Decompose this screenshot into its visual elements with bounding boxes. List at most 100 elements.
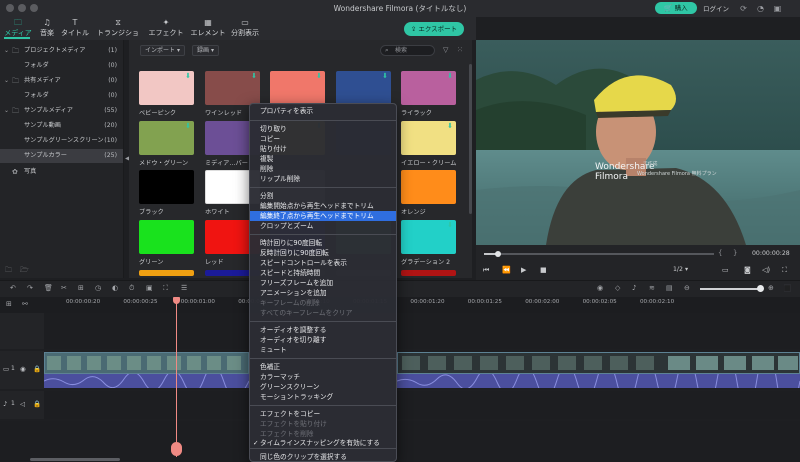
zoom-in-icon[interactable]: ⊕ <box>768 284 774 292</box>
playhead-bottom-handle[interactable] <box>171 442 182 456</box>
color-icon[interactable]: ◐ <box>112 284 118 292</box>
account-icon[interactable]: ▣ <box>772 3 783 14</box>
color-swatch[interactable]: ⬇ <box>401 121 456 155</box>
buy-button[interactable]: 🛒 購入 <box>655 2 697 14</box>
color-swatch[interactable] <box>401 170 456 204</box>
audio-waveform-2[interactable] <box>396 348 800 416</box>
zoom-out-icon[interactable]: ⊖ <box>684 284 690 292</box>
timeline-zoom-knob[interactable] <box>757 285 764 292</box>
fullscreen-icon[interactable]: ⛶ <box>782 266 787 275</box>
stabilize-icon[interactable]: ⛶ <box>163 284 168 293</box>
menu-item[interactable]: 複製 <box>250 154 396 164</box>
lock-icon[interactable]: 🔒 <box>33 400 41 408</box>
tab-titles[interactable]: T タイトル <box>61 17 89 40</box>
menu-item[interactable]: カラーマッチ <box>250 372 396 382</box>
menu-item[interactable]: プロパティを表示 <box>250 106 396 116</box>
menu-item[interactable]: エフェクトをコピー <box>250 409 396 419</box>
video-clip[interactable] <box>44 352 249 374</box>
menu-item[interactable]: コピー <box>250 134 396 144</box>
timer-icon[interactable]: ⏱ <box>129 284 134 293</box>
menu-item[interactable]: 編集終了点から再生ヘッドまでトリム <box>250 211 396 221</box>
playback-progress-slider[interactable] <box>484 251 714 257</box>
tab-effects[interactable]: ✦ エフェクト <box>148 17 184 40</box>
menu-item[interactable]: クロップとズーム <box>250 221 396 231</box>
add-track-icon[interactable]: ⊞ <box>6 300 12 308</box>
menu-item[interactable]: 分割 <box>250 191 396 201</box>
playhead[interactable] <box>176 297 177 457</box>
tab-split-screen[interactable]: ▭ 分割表示 <box>231 17 259 40</box>
menu-item[interactable]: 時計回りに90度回転 <box>250 238 396 248</box>
menu-item[interactable]: フリーズフレームを追加 <box>250 278 396 288</box>
snapshot-icon[interactable]: ◙ <box>744 266 751 274</box>
eye-icon[interactable]: ◉ <box>20 365 26 373</box>
preview-player[interactable] <box>476 40 800 245</box>
chevron-down-icon[interactable]: ⌄ <box>4 44 9 58</box>
download-icon[interactable]: ⬇ <box>251 72 257 80</box>
audio-waveform[interactable] <box>43 365 250 398</box>
color-swatch[interactable]: ⬇ <box>401 220 456 254</box>
playback-ratio-select[interactable]: 1/2 ▾ <box>673 266 688 273</box>
menu-item[interactable]: 反時計回りに90度回転 <box>250 248 396 258</box>
redo-icon[interactable]: ↷ <box>27 284 33 292</box>
menu-item[interactable]: 切り取り <box>250 124 396 134</box>
undo-icon[interactable]: ↶ <box>10 284 16 292</box>
color-swatch[interactable] <box>139 220 194 254</box>
menu-item[interactable]: 同じ色のクリップを選択する <box>250 452 396 462</box>
notification-icon[interactable]: ◔ <box>755 3 766 14</box>
tab-music[interactable]: ♫ 音楽 <box>38 17 56 40</box>
sidebar-item[interactable]: フォルダ (0) <box>0 89 123 103</box>
color-swatch[interactable] <box>139 170 194 204</box>
menu-item[interactable]: 削除 <box>250 164 396 174</box>
marker-icon[interactable]: ◇ <box>615 284 620 292</box>
grid-toggle-icon[interactable]: ▦ <box>784 284 791 292</box>
menu-item[interactable]: グリーンスクリーン <box>250 382 396 392</box>
skip-back-icon[interactable]: ⏮ <box>483 266 489 275</box>
mark-out-icon[interactable]: } <box>733 249 737 257</box>
sidebar-item[interactable]: ⌄ 🗀 共有メディア (0) <box>0 74 123 88</box>
color-swatch[interactable]: ⬇ <box>336 71 391 105</box>
download-icon[interactable]: ⬇ <box>447 122 453 130</box>
speed-icon[interactable]: ◷ <box>95 284 101 292</box>
sidebar-item[interactable]: ⌄ 🗀 サンプルメディア (55) <box>0 104 123 118</box>
tracks-icon[interactable]: ▤ <box>666 284 673 292</box>
green-screen-icon[interactable]: ▣ <box>146 284 153 292</box>
color-swatch[interactable]: ⬇ <box>401 71 456 105</box>
menu-item[interactable]: 編集開始点から再生ヘッドまでトリム <box>250 201 396 211</box>
sidebar-item[interactable]: フォルダ (0) <box>0 59 123 73</box>
color-swatch[interactable]: ⬇ <box>270 71 325 105</box>
menu-item[interactable]: アニメーションを追加 <box>250 288 396 298</box>
color-swatch[interactable]: ⬇ <box>205 71 260 105</box>
download-icon[interactable]: ⬇ <box>185 72 191 80</box>
tab-elements[interactable]: ▦ エレメント <box>190 17 226 40</box>
lock-icon[interactable]: 🔒 <box>33 365 41 373</box>
chevron-down-icon[interactable]: ⌄ <box>4 74 9 88</box>
volume-icon[interactable]: ◁) <box>762 266 770 274</box>
import-dropdown[interactable]: インポート ▾ <box>140 45 185 56</box>
download-icon[interactable]: ⬇ <box>447 221 453 229</box>
mark-in-icon[interactable]: { <box>718 249 722 257</box>
media-scrollbar[interactable] <box>469 64 472 214</box>
menu-item[interactable]: リップル削除 <box>250 174 396 184</box>
menu-item[interactable]: 貼り付け <box>250 144 396 154</box>
playhead-handle[interactable] <box>173 297 180 304</box>
menu-item[interactable]: ✓ タイムラインスナッピングを有効にする <box>250 438 396 448</box>
sidebar-item[interactable]: サンプルグリーンスクリーン (10) <box>0 134 123 148</box>
stop-icon[interactable]: ■ <box>540 266 547 274</box>
cut-icon[interactable]: ✂ <box>61 284 67 292</box>
menu-item[interactable]: スピードコントロールを表示 <box>250 258 396 268</box>
step-back-icon[interactable]: ⏪ <box>502 266 511 274</box>
menu-item[interactable]: オーディオを切り離す <box>250 335 396 345</box>
folder-add-icon[interactable]: 🗁 <box>20 266 29 274</box>
download-icon[interactable]: ⬇ <box>447 72 453 80</box>
sync-icon[interactable]: ⟳ <box>738 3 749 14</box>
filter-icon[interactable]: ▽ <box>443 46 448 54</box>
tab-transitions[interactable]: ⧖ トランジション <box>94 17 142 47</box>
color-swatch[interactable] <box>401 270 456 276</box>
timeline-zoom-slider[interactable] <box>700 288 760 290</box>
download-icon[interactable]: ⬇ <box>382 72 388 80</box>
timeline-ruler[interactable] <box>0 297 800 313</box>
video-clip-2[interactable] <box>397 352 800 374</box>
download-icon[interactable]: ⬇ <box>185 122 191 130</box>
display-icon[interactable]: ▭ <box>722 266 729 274</box>
color-swatch[interactable]: ⬇ <box>139 71 194 105</box>
